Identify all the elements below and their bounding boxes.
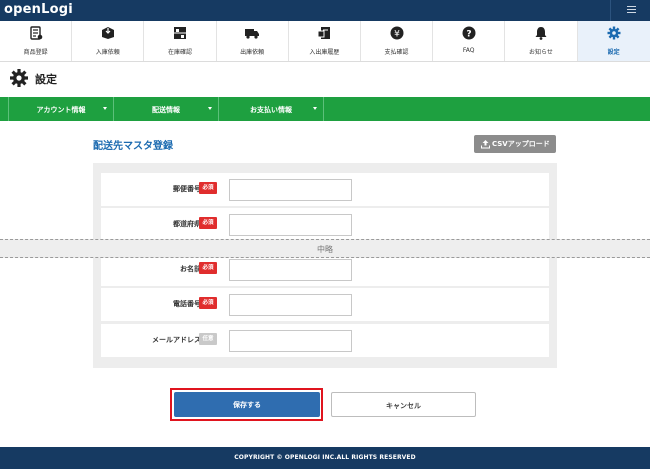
nav-item-stock-check[interactable]: 在庫確認 [144,21,217,61]
shipping-master-form: 郵便番号 必須 都道府県 必須 お名前 必須 電話番号 必須 メールアドレス 任… [93,163,557,368]
gear-icon [607,26,621,40]
csv-upload-button[interactable]: CSVアップロード [474,135,556,153]
tab-account-info[interactable]: アカウント情報 [8,97,114,121]
required-badge: 必須 [199,297,217,309]
nav-label: 入庫依頼 [95,49,120,56]
nav-label: 在庫確認 [167,49,192,56]
field-label: 都道府県 [173,220,201,228]
required-badge: 必須 [199,262,217,274]
box-in-icon [101,27,114,39]
form-row-postal-code: 郵便番号 必須 [101,173,549,206]
question-icon: ? [462,26,476,40]
csv-upload-label: CSVアップロード [492,140,550,148]
form-row-prefecture: 都道府県 必須 [101,208,549,241]
nav-item-faq[interactable]: ? FAQ [433,21,506,61]
tab-label: お支払い情報 [250,106,292,114]
upload-icon [481,140,490,149]
postal-code-input[interactable] [229,179,352,201]
main-nav: 商品登録 入庫依頼 在庫確認 出庫依頼 入出庫履歴 ¥ 支払確認 ? FAQ お… [0,21,650,62]
list-menu-icon [627,6,636,15]
cancel-button[interactable]: キャンセル [331,392,476,417]
tab-payment-info[interactable]: お支払い情報 [219,97,324,121]
tab-label: 配送情報 [152,106,180,114]
field-label: メールアドレス [152,336,201,344]
nav-item-product-registration[interactable]: 商品登録 [0,21,73,61]
menu-button[interactable] [610,0,650,21]
shelf-icon [173,27,186,39]
nav-item-settings[interactable]: 設定 [577,21,650,61]
nav-item-history[interactable]: 入出庫履歴 [289,21,361,61]
optional-badge: 任意 [199,333,217,345]
nav-label: 出庫依頼 [240,49,265,56]
copyright-text: COPYRIGHT © OPENLOGI INC.ALL RIGHTS RESE… [234,454,416,461]
bell-icon [535,27,547,40]
top-bar: openLogi [0,0,650,21]
required-badge: 必須 [199,217,217,229]
nav-item-inbound-request[interactable]: 入庫依頼 [72,21,145,61]
settings-tab-bar: アカウント情報 配送情報 お支払い情報 [0,97,650,121]
yen-coin-icon: ¥ [390,26,404,40]
email-input[interactable] [229,330,352,352]
nav-label: 支払確認 [384,49,409,56]
caret-down-icon [313,107,317,110]
tab-label: アカウント情報 [36,106,86,114]
product-list-icon [29,26,42,40]
truck-icon [245,29,260,39]
nav-label: 入出庫履歴 [309,49,340,56]
section-title: 配送先マスタ登録 [93,141,173,152]
nav-item-news[interactable]: お知らせ [505,21,578,61]
field-label: 電話番号 [173,300,201,308]
nav-label: 商品登録 [23,49,48,56]
omitted-section-band: 中略 [0,239,650,258]
cancel-button-label: キャンセル [386,402,421,410]
history-box-icon [317,27,331,39]
name-input[interactable] [229,259,352,281]
nav-label: 設定 [607,49,620,56]
save-button-label: 保存する [233,401,261,409]
prefecture-input[interactable] [229,214,352,236]
caret-down-icon [103,107,107,110]
nav-label: お知らせ [528,49,553,56]
page-title: 設定 [35,73,57,86]
phone-input[interactable] [229,294,352,316]
gear-icon [10,69,28,87]
footer: COPYRIGHT © OPENLOGI INC.ALL RIGHTS RESE… [0,447,650,469]
caret-down-icon [208,107,212,110]
field-label: お名前 [180,265,201,273]
field-label: 郵便番号 [173,185,201,193]
nav-item-payment[interactable]: ¥ 支払確認 [361,21,434,61]
nav-label: FAQ [462,47,475,54]
openlogi-logo[interactable]: openLogi [4,2,73,17]
save-button[interactable]: 保存する [174,392,320,417]
svg-text:?: ? [466,30,471,40]
form-row-phone: 電話番号 必須 [101,288,549,321]
tab-shipping-info[interactable]: 配送情報 [114,97,219,121]
nav-item-outbound-request[interactable]: 出庫依頼 [217,21,289,61]
required-badge: 必須 [199,182,217,194]
omitted-label: 中略 [317,245,333,254]
form-row-email: メールアドレス 任意 [101,324,549,357]
svg-text:¥: ¥ [394,30,400,40]
